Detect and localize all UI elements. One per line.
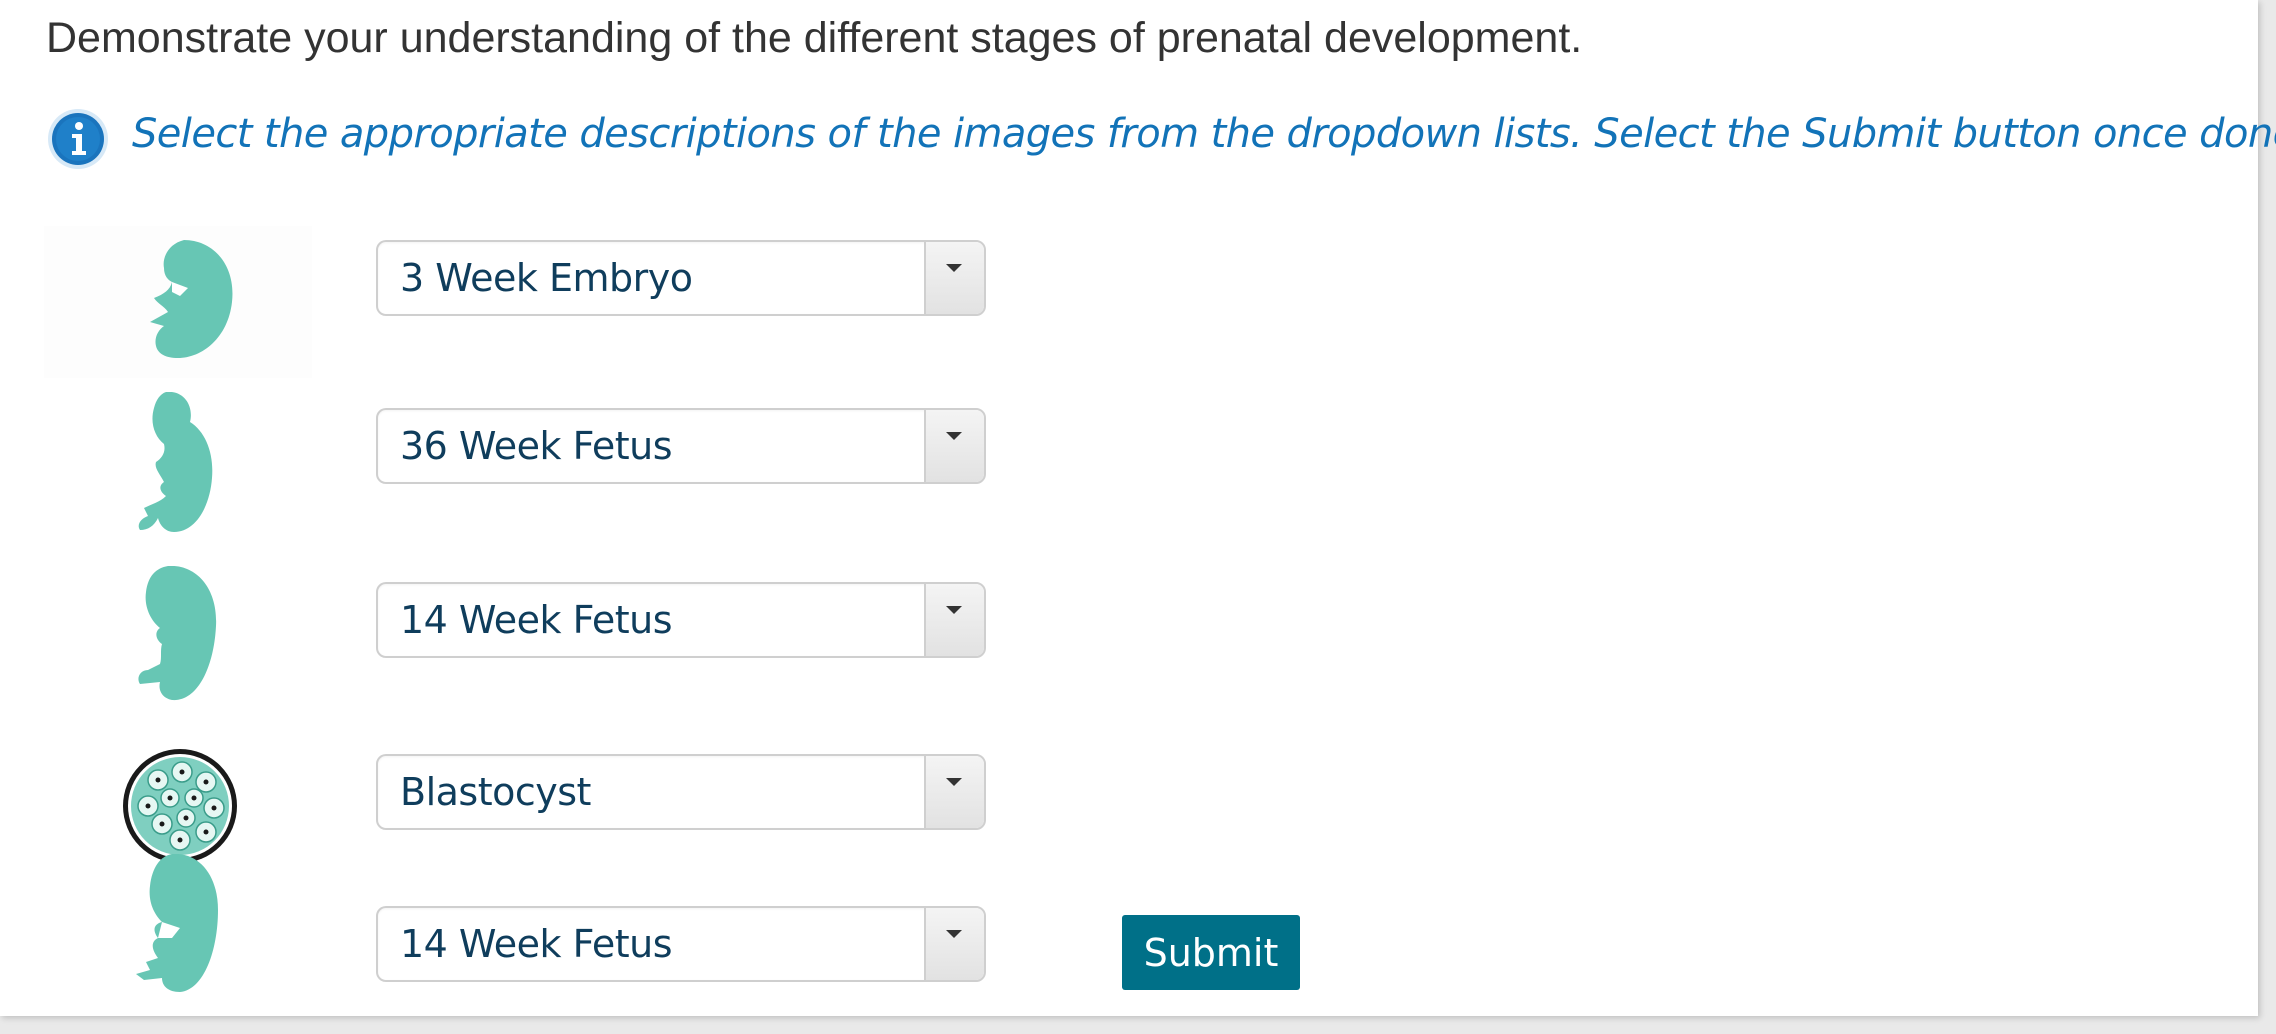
stage-select-5[interactable]: 14 Week Fetus — [376, 906, 986, 982]
caret-down-icon — [946, 778, 962, 786]
embryo-icon — [136, 854, 218, 992]
stage-select-value: 3 Week Embryo — [400, 256, 693, 300]
caret-down-icon — [946, 432, 962, 440]
stage-select-value: 14 Week Fetus — [400, 922, 673, 966]
fetus-icon — [138, 392, 213, 532]
question-prompt: Demonstrate your understanding of the di… — [46, 14, 1583, 62]
activity-card: Demonstrate your understanding of the di… — [0, 0, 2276, 1016]
embryo-icon — [150, 240, 233, 358]
stage-select-value: 14 Week Fetus — [400, 598, 673, 642]
caret-down-icon — [946, 930, 962, 938]
item-row-4: Blastocyst — [0, 742, 1100, 872]
dropdown-toggle[interactable] — [924, 908, 984, 980]
caret-down-icon — [946, 606, 962, 614]
caret-down-icon — [946, 264, 962, 272]
stage-select-value: 36 Week Fetus — [400, 424, 673, 468]
item-row-2: 36 Week Fetus — [0, 392, 1100, 532]
instruction-text: Select the appropriate descriptions of t… — [132, 111, 2276, 157]
stage-select-4[interactable]: Blastocyst — [376, 754, 986, 830]
fetus-image-frame — [110, 566, 250, 706]
item-row-3: 14 Week Fetus — [0, 566, 1100, 701]
dropdown-toggle[interactable] — [924, 756, 984, 828]
embryo-image-frame — [110, 854, 250, 994]
dropdown-toggle[interactable] — [924, 584, 984, 656]
dropdown-toggle[interactable] — [924, 242, 984, 314]
stage-select-2[interactable]: 36 Week Fetus — [376, 408, 986, 484]
stage-select-value: Blastocyst — [400, 770, 591, 814]
item-row-1: 3 Week Embryo — [0, 226, 1100, 378]
stage-select-1[interactable]: 3 Week Embryo — [376, 240, 986, 316]
item-row-5: 14 Week Fetus — [0, 854, 1100, 1024]
fetus-icon — [138, 566, 217, 701]
dropdown-toggle[interactable] — [924, 410, 984, 482]
submit-button[interactable]: Submit — [1122, 915, 1300, 990]
stage-select-3[interactable]: 14 Week Fetus — [376, 582, 986, 658]
fetus-image-frame — [110, 392, 250, 532]
embryo-image-frame — [44, 226, 312, 378]
info-icon — [48, 109, 108, 169]
